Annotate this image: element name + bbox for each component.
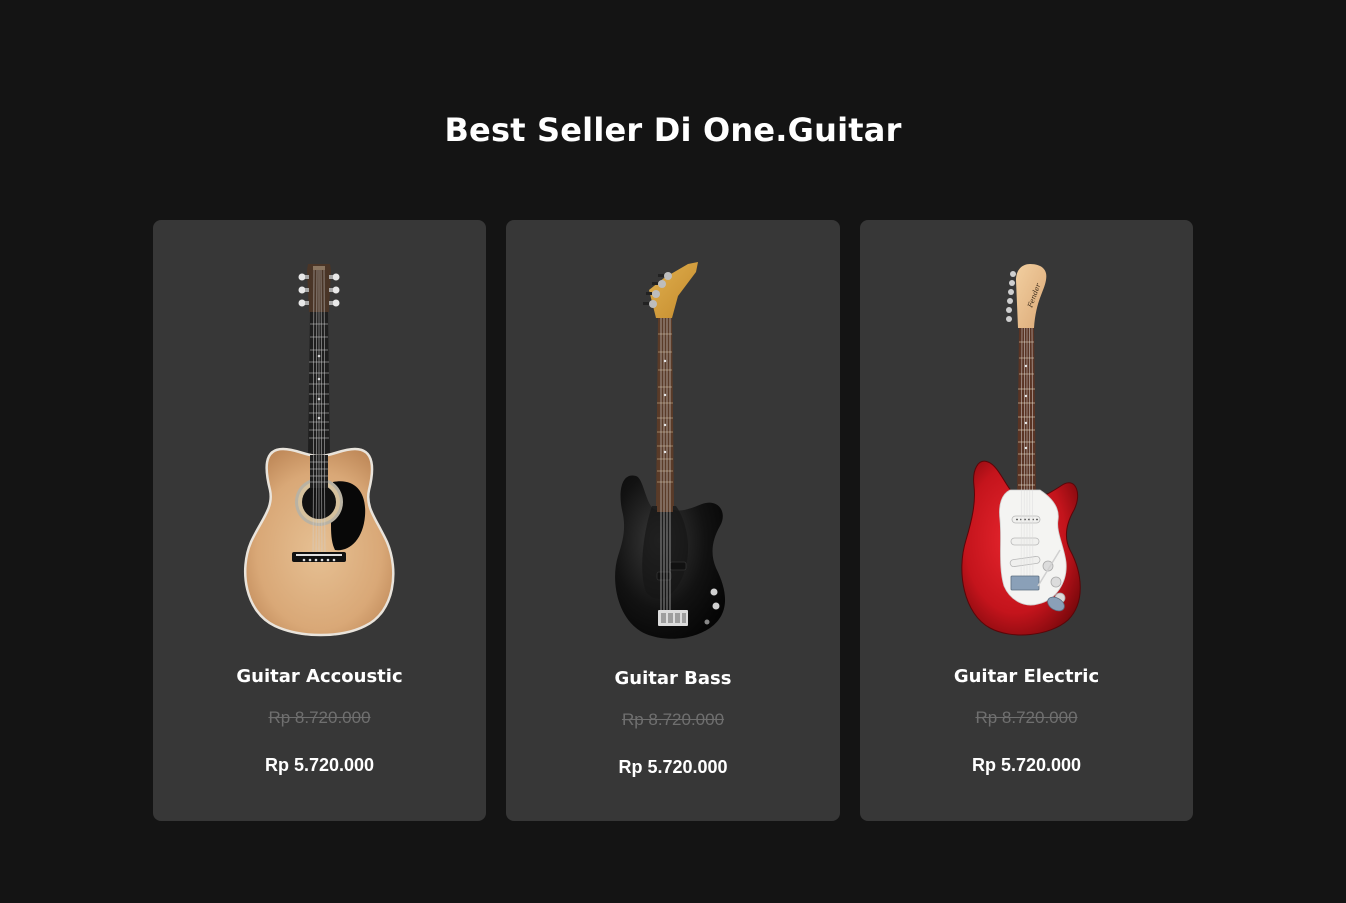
product-card-electric[interactable]: Fender Guitar Electric Rp 8.720.000 Rp 5…	[860, 220, 1193, 821]
price: Rp 5.720.000	[618, 757, 728, 777]
acoustic-guitar-image	[244, 264, 395, 637]
old-price: Rp 8.720.000	[621, 710, 725, 729]
product-name: Guitar Accoustic	[236, 666, 403, 687]
product-name: Guitar Bass	[614, 668, 732, 689]
best-seller-section: Best Seller Di One.Guitar Guitar Accoust…	[0, 0, 1346, 903]
section-title: Best Seller Di One.Guitar	[444, 111, 902, 149]
old-price: Rp 8.720.000	[268, 708, 371, 727]
bass-guitar-image	[615, 262, 726, 639]
old-price: Rp 8.720.000	[975, 708, 1078, 727]
electric-guitar-image: Fender	[961, 264, 1081, 636]
price: Rp 5.720.000	[264, 755, 375, 775]
price: Rp 5.720.000	[971, 755, 1082, 775]
product-name: Guitar Electric	[953, 666, 1100, 687]
product-card-acoustic[interactable]: Guitar Accoustic Rp 8.720.000 Rp 5.720.0…	[153, 220, 486, 821]
product-card-bass[interactable]: Guitar Bass Rp 8.720.000 Rp 5.720.000	[506, 220, 840, 821]
